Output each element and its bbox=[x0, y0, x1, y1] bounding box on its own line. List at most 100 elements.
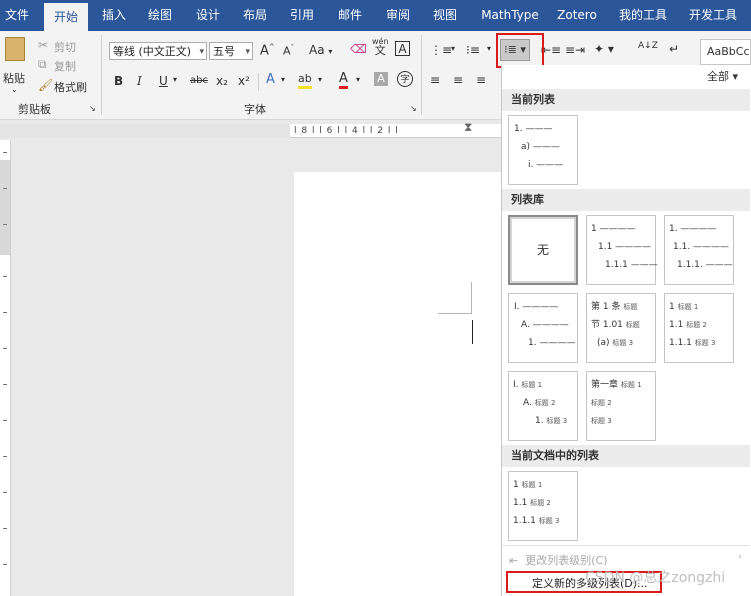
bold-icon[interactable]: B bbox=[114, 74, 123, 88]
group-divider bbox=[421, 35, 422, 115]
font-size-select[interactable]: 五号 ▾ bbox=[209, 42, 253, 60]
format-painter-icon[interactable]: 🖌 bbox=[38, 78, 53, 92]
list-number: 1.1.1 bbox=[669, 338, 692, 348]
style-normal-preview[interactable]: AaBbCc bbox=[700, 39, 751, 65]
tab-draw[interactable]: 绘图 bbox=[142, 0, 178, 31]
group-divider bbox=[258, 73, 259, 91]
list-heading: 标题 2 bbox=[591, 399, 612, 407]
list-library-item[interactable]: 1. ———— 1.1. ———— 1.1.1. ——— bbox=[664, 215, 734, 285]
clear-formatting-icon[interactable]: ⌫ bbox=[350, 42, 367, 56]
chevron-down-icon[interactable]: ▾ bbox=[173, 75, 177, 84]
sort-icon[interactable]: A↓Z bbox=[638, 41, 658, 51]
tab-references[interactable]: 引用 bbox=[284, 0, 320, 31]
list-number: I. bbox=[513, 380, 519, 390]
font-group-label: 字体 bbox=[244, 103, 266, 116]
list-heading: 标题 1 bbox=[620, 381, 642, 389]
list-library-item[interactable]: 1 ———— 1.1 ———— 1.1.1 ——— bbox=[586, 215, 658, 285]
tab-developer[interactable]: 开发工具 bbox=[683, 0, 743, 31]
character-shading-icon[interactable]: A bbox=[374, 72, 388, 86]
bullets-icon[interactable]: ⋮≡ bbox=[430, 43, 452, 57]
align-center-icon[interactable]: ≡ bbox=[453, 73, 463, 87]
tab-file[interactable]: 文件 bbox=[0, 0, 34, 31]
tab-home[interactable]: 开始 bbox=[44, 3, 88, 31]
copy-icon[interactable]: ⧉ bbox=[38, 57, 47, 72]
list-filter-select[interactable]: 全部 ▾ bbox=[707, 68, 738, 84]
change-list-level-item[interactable]: ⇤ 更改列表级别(C) bbox=[509, 552, 607, 568]
chinese-layout-icon[interactable]: ✦ ▾ bbox=[594, 42, 614, 56]
paste-dropdown-icon[interactable]: ⌄ bbox=[11, 85, 18, 94]
tab-view[interactable]: 视图 bbox=[427, 0, 463, 31]
numbering-icon[interactable]: ⁝≡ bbox=[466, 43, 480, 57]
list-library-none[interactable]: 无 bbox=[508, 215, 578, 285]
chevron-down-icon[interactable]: ▾ bbox=[318, 75, 322, 84]
copy-button[interactable]: 复制 bbox=[54, 58, 76, 74]
list-level-row: 1. ———— bbox=[528, 338, 576, 348]
tab-insert[interactable]: 插入 bbox=[96, 0, 132, 31]
list-library-item[interactable]: I. ———— A. ———— 1. ———— bbox=[508, 293, 578, 363]
font-launcher-icon[interactable]: ↘ bbox=[410, 104, 417, 113]
tab-mailings[interactable]: 邮件 bbox=[332, 0, 368, 31]
list-library-item[interactable]: 第一章 标题 1 标题 2 标题 3 bbox=[586, 371, 656, 441]
shrink-font-icon[interactable]: Aˇ bbox=[283, 44, 294, 58]
chevron-down-icon[interactable]: ▾ bbox=[356, 75, 360, 84]
show-marks-icon[interactable]: ↵ bbox=[669, 42, 679, 56]
align-left-icon[interactable]: ≡ bbox=[430, 73, 440, 87]
chevron-down-icon[interactable]: ▾ bbox=[451, 44, 455, 53]
underline-icon[interactable]: U bbox=[159, 74, 168, 88]
character-border-icon[interactable]: A bbox=[395, 41, 410, 56]
chevron-down-icon[interactable]: ▾ bbox=[281, 75, 285, 84]
increase-indent-icon[interactable]: ≡⇥ bbox=[565, 43, 585, 57]
list-level-row: 1.1 ———— bbox=[598, 242, 652, 252]
cut-button[interactable]: 剪切 bbox=[54, 39, 76, 55]
current-list-thumbnail[interactable]: 1. ——— a) ——— i. ——— bbox=[508, 115, 578, 185]
list-library-item[interactable]: I. 标题 1 A. 标题 2 1. 标题 3 bbox=[508, 371, 578, 441]
change-case-icon[interactable]: Aa ▾ bbox=[309, 43, 332, 57]
italic-icon[interactable]: I bbox=[137, 74, 142, 88]
ruler-tick bbox=[3, 420, 7, 421]
enclose-characters-icon[interactable]: 字 bbox=[397, 71, 413, 87]
list-heading: 标题 3 bbox=[546, 417, 568, 425]
list-library-item[interactable]: 1 标题 1 1.1 标题 2 1.1.1 标题 3 bbox=[664, 293, 734, 363]
font-name-select[interactable]: 等线 (中文正文) ▾ bbox=[109, 42, 207, 60]
decrease-indent-icon[interactable]: ⇤≡ bbox=[541, 43, 561, 57]
font-color-icon[interactable]: A bbox=[339, 71, 348, 89]
phonetic-guide-icon[interactable]: wén 文 bbox=[372, 37, 389, 56]
grow-font-icon[interactable]: A^ bbox=[260, 43, 275, 58]
highlight-color-icon[interactable]: ab bbox=[298, 72, 312, 89]
clipboard-group-label: 剪贴板 bbox=[18, 103, 51, 116]
subscript-icon[interactable]: x₂ bbox=[216, 74, 228, 88]
tab-review[interactable]: 审阅 bbox=[380, 0, 416, 31]
superscript-icon[interactable]: x² bbox=[238, 74, 250, 88]
tab-layout[interactable]: 布局 bbox=[237, 0, 273, 31]
paste-button[interactable]: 粘贴 bbox=[3, 70, 25, 86]
chevron-down-icon: ▾ bbox=[199, 47, 204, 57]
list-heading: 标题 2 bbox=[534, 399, 556, 407]
tab-zotero[interactable]: Zotero bbox=[553, 0, 601, 31]
text-effects-icon[interactable]: A bbox=[266, 72, 275, 87]
list-number: 1.1 bbox=[669, 320, 684, 330]
tab-my-tools[interactable]: 我的工具 bbox=[614, 0, 672, 31]
strikethrough-icon[interactable]: abc bbox=[190, 75, 208, 86]
format-painter-button[interactable]: 格式刷 bbox=[54, 79, 87, 95]
list-level-row: 1. 标题 3 bbox=[535, 416, 567, 426]
tab-mathtype[interactable]: MathType bbox=[475, 0, 545, 31]
list-number: 1 bbox=[513, 480, 519, 490]
indent-marker-icon[interactable]: ⧗ bbox=[464, 120, 472, 135]
tab-design[interactable]: 设计 bbox=[190, 0, 226, 31]
cut-icon[interactable]: ✂ bbox=[38, 38, 48, 52]
list-level-row: 1.1.1 标题 3 bbox=[669, 338, 715, 348]
list-level-row: I. ———— bbox=[514, 302, 559, 312]
paste-icon[interactable] bbox=[5, 37, 25, 61]
list-heading: 标题 3 bbox=[591, 417, 612, 425]
ribbon-tab-bar: 文件 开始 插入 绘图 设计 布局 引用 邮件 审阅 视图 MathType Z… bbox=[0, 0, 751, 31]
list-level-row: i. ——— bbox=[528, 160, 564, 170]
clipboard-launcher-icon[interactable]: ↘ bbox=[89, 104, 96, 113]
list-level-row: I. 标题 1 bbox=[513, 380, 542, 390]
list-library-item[interactable]: 第 1 条 标题 节 1.01 标题 (a) 标题 3 bbox=[586, 293, 656, 363]
list-heading: 标题 bbox=[625, 321, 640, 329]
vertical-ruler bbox=[0, 140, 11, 596]
document-list-item[interactable]: 1 标题 1 1.1 标题 2 1.1.1 标题 3 bbox=[508, 471, 578, 541]
document-page[interactable] bbox=[294, 172, 502, 596]
align-right-icon[interactable]: ≡ bbox=[476, 73, 486, 87]
chevron-down-icon[interactable]: ▾ bbox=[487, 44, 491, 53]
